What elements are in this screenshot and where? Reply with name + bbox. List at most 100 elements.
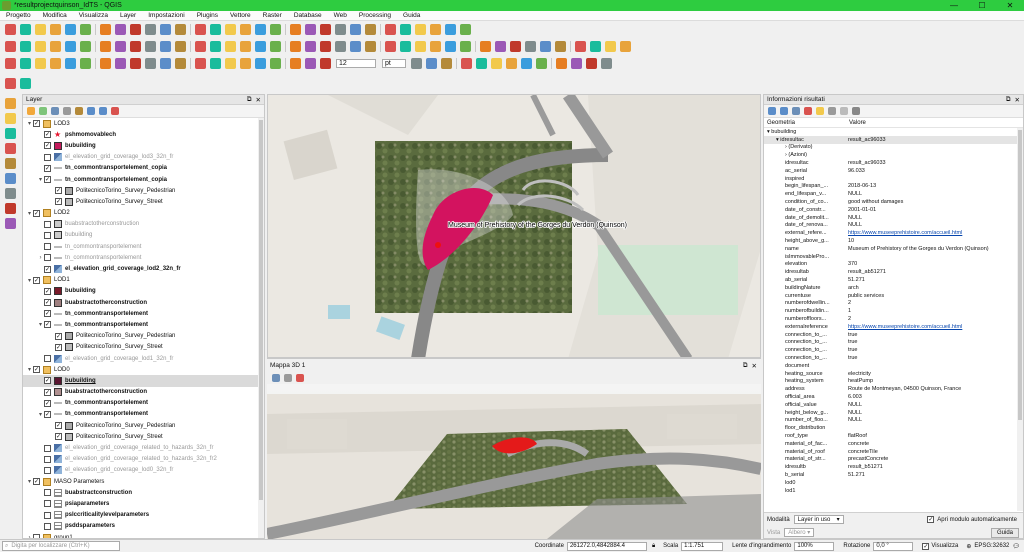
attribute-table-icon[interactable] bbox=[365, 23, 376, 35]
layer-tree-row[interactable]: tn_commontransportelement bbox=[23, 241, 264, 252]
crs-label[interactable]: EPSG:32632 bbox=[974, 543, 1009, 549]
tool-tb2-10-icon[interactable] bbox=[160, 40, 171, 52]
tool-tb3-22-icon[interactable] bbox=[426, 57, 437, 69]
layer-visibility-checkbox[interactable]: ✓ bbox=[55, 187, 62, 195]
layer-tree-row[interactable]: el_elevation_grid_coverage_related_to_ha… bbox=[23, 442, 264, 453]
tool-tb3-3-icon[interactable] bbox=[50, 57, 61, 69]
layer-tree-row[interactable]: psddsparameters bbox=[23, 521, 264, 532]
layer-tree-row[interactable]: ✓ PolitecnicoTorino_Survey_Pedestrian bbox=[23, 331, 264, 342]
menu-plugins[interactable]: Plugins bbox=[191, 12, 224, 19]
tool-tb2-20-icon[interactable] bbox=[320, 40, 331, 52]
expand-arrow-icon[interactable]: ▾ bbox=[26, 210, 33, 217]
layer-tree-row[interactable]: ✓ buabstractotherconstruction bbox=[23, 387, 264, 398]
field-calc-icon[interactable] bbox=[385, 23, 396, 35]
identify-attribute-row[interactable]: name Museum of Prehistory of the Gorges d… bbox=[764, 245, 1023, 253]
identify-attribute-row[interactable]: condition_of_co... good without damages bbox=[764, 198, 1023, 206]
add-csv-icon[interactable] bbox=[5, 203, 16, 214]
tool-tb3-14-icon[interactable] bbox=[225, 57, 236, 69]
identify-attribute-row[interactable]: connection_to_... true bbox=[764, 331, 1023, 339]
layer-visibility-checkbox[interactable]: ✓ bbox=[44, 142, 51, 150]
plugin-icon[interactable] bbox=[20, 77, 31, 89]
tool-tb2-15-icon[interactable] bbox=[240, 40, 251, 52]
refresh-icon[interactable] bbox=[305, 23, 316, 35]
tool-tb3-5-icon[interactable] bbox=[80, 57, 91, 69]
maximize-button[interactable]: ☐ bbox=[968, 1, 996, 10]
layer-tree-row[interactable]: el_elevation_grid_coverage_lod0_32n_fr bbox=[23, 465, 264, 476]
identify-attribute-row[interactable]: material_of_fac... concrete bbox=[764, 440, 1023, 448]
minimize-button[interactable]: — bbox=[940, 1, 968, 10]
tool-tb2-24-icon[interactable] bbox=[385, 40, 396, 52]
identify-3d-icon[interactable] bbox=[296, 374, 304, 382]
zoom-to-feature-icon[interactable] bbox=[828, 107, 836, 115]
annotations-icon[interactable] bbox=[460, 23, 471, 35]
identify-icon[interactable] bbox=[320, 23, 331, 35]
edit-form-icon[interactable] bbox=[816, 107, 824, 115]
identify-attribute-row[interactable]: lod1 bbox=[764, 487, 1023, 495]
new-map-view-icon[interactable] bbox=[255, 23, 266, 35]
identify-attribute-row[interactable]: currentuse public services bbox=[764, 292, 1023, 300]
expand-arrow-icon[interactable]: ▾ bbox=[26, 366, 33, 373]
tool-tb2-3-icon[interactable] bbox=[50, 40, 61, 52]
layer-tree-row[interactable]: ▾ ✓ LOD3 bbox=[23, 118, 264, 129]
identify-attribute-row[interactable]: height_above_g... 10 bbox=[764, 237, 1023, 245]
add-group-icon[interactable] bbox=[39, 107, 47, 115]
map-canvas[interactable]: Museum of Prehistory of the Gorges du Ve… bbox=[267, 94, 761, 358]
menu-guida[interactable]: Guida bbox=[397, 12, 426, 19]
open-styling-icon[interactable] bbox=[27, 107, 35, 115]
print-icon[interactable] bbox=[852, 107, 860, 115]
layer-tree-row[interactable]: › tn_commontransportelement bbox=[23, 252, 264, 263]
layer-tree-row[interactable]: bubuilding bbox=[23, 230, 264, 241]
tool-tb2-39-icon[interactable] bbox=[620, 40, 631, 52]
new-3d-view-icon[interactable] bbox=[270, 23, 281, 35]
layer-tree-row[interactable]: pslccriticalitylevelparameters bbox=[23, 510, 264, 521]
layer-tree-row[interactable]: ✓ bubuilding bbox=[23, 375, 264, 387]
layer-visibility-checkbox[interactable] bbox=[44, 153, 51, 161]
tool-tb3-8-icon[interactable] bbox=[130, 57, 141, 69]
zoom-selection-icon[interactable] bbox=[175, 23, 186, 35]
identify-attribute-row[interactable]: ab_serial 51.271 bbox=[764, 276, 1023, 284]
tool-tb3-19-icon[interactable] bbox=[305, 57, 316, 69]
identify-attribute-row[interactable]: numberofdwellin... 2 bbox=[764, 300, 1023, 308]
tool-tb2-2-icon[interactable] bbox=[35, 40, 46, 52]
layer-tree-row[interactable]: ✓ PolitecnicoTorino_Survey_Street bbox=[23, 431, 264, 442]
layer-visibility-checkbox[interactable]: ✓ bbox=[44, 388, 51, 396]
tool-tb3-10-icon[interactable] bbox=[160, 57, 171, 69]
tool-tb2-14-icon[interactable] bbox=[225, 40, 236, 52]
zoom-out-icon[interactable] bbox=[145, 23, 156, 35]
collapse-all-icon[interactable] bbox=[99, 107, 107, 115]
add-wfs-icon[interactable] bbox=[5, 188, 16, 199]
expand-tree-icon[interactable] bbox=[768, 107, 776, 115]
tool-tb2-26-icon[interactable] bbox=[415, 40, 426, 52]
layer-tree-row[interactable]: buabstractotherconstruction bbox=[23, 219, 264, 230]
tool-tb3-17-icon[interactable] bbox=[270, 57, 281, 69]
layer-tree-row[interactable]: ▾ ✓ tn_commontransportelement_copia bbox=[23, 174, 264, 185]
layer-visibility-checkbox[interactable]: ✓ bbox=[55, 332, 62, 340]
expand-arrow-icon[interactable]: › bbox=[26, 535, 33, 538]
layer-visibility-checkbox[interactable] bbox=[33, 534, 40, 538]
tool-tb3-26-icon[interactable] bbox=[491, 57, 502, 69]
layer-tree-row[interactable]: ✓ ★ pshmomovablech bbox=[23, 129, 264, 140]
mode-select[interactable]: Layer in uso ▾ bbox=[793, 515, 844, 524]
tool-tb3-20-icon[interactable] bbox=[320, 57, 331, 69]
render-checkbox[interactable]: ✓ bbox=[922, 542, 930, 550]
menu-impostazioni[interactable]: Impostazioni bbox=[142, 12, 191, 19]
zoom-next-icon[interactable] bbox=[240, 23, 251, 35]
identify-attribute-row[interactable]: floor_distribution bbox=[764, 424, 1023, 432]
filter-by-expression-icon[interactable] bbox=[75, 107, 83, 115]
tool-tb3-1-icon[interactable] bbox=[20, 57, 31, 69]
open-project-icon[interactable] bbox=[20, 23, 31, 35]
layer-tree-row[interactable]: ✓ buabstractotherconstruction bbox=[23, 297, 264, 308]
add-postgis-icon[interactable] bbox=[5, 158, 16, 169]
tool-tb2-7-icon[interactable] bbox=[115, 40, 126, 52]
collapse-tree-icon[interactable] bbox=[780, 107, 788, 115]
identify-attribute-row[interactable]: date_of_constr... 2001-01-01 bbox=[764, 206, 1023, 214]
processing-icon[interactable] bbox=[5, 77, 16, 89]
layer-tree-row[interactable]: ✓ tn_commontransportelement bbox=[23, 398, 264, 409]
layer-tree-scrollbar[interactable] bbox=[258, 118, 264, 538]
layer-tree-row[interactable]: ▾ ✓ MASO Parameters bbox=[23, 476, 264, 487]
deselect-icon[interactable] bbox=[350, 23, 361, 35]
layer-tree-row[interactable]: buabstractconstruction bbox=[23, 487, 264, 498]
tool-tb2-17-icon[interactable] bbox=[270, 40, 281, 52]
tool-tb3-0-icon[interactable] bbox=[5, 57, 16, 69]
tool-tb2-8-icon[interactable] bbox=[130, 40, 141, 52]
